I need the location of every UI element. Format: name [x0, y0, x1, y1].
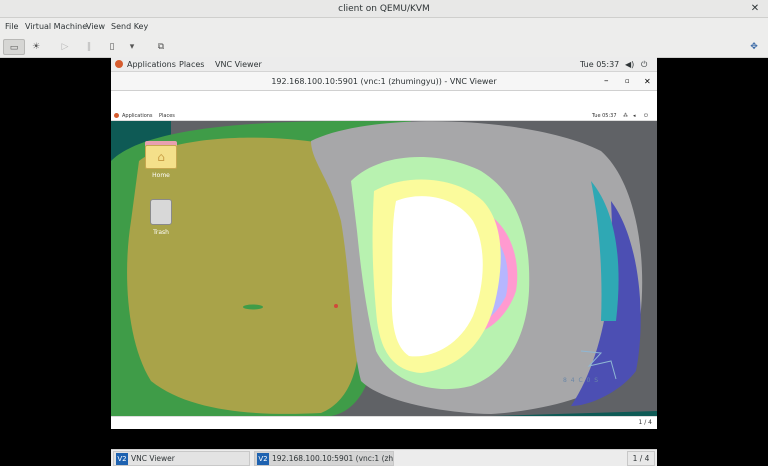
- guest-places-menu[interactable]: Places: [179, 57, 204, 72]
- resize-icon[interactable]: ✥: [745, 39, 763, 55]
- host-titlebar: client on QEMU/KVM ✕: [0, 0, 768, 18]
- close-icon[interactable]: ✕: [644, 72, 651, 91]
- guest-display: Applications Places VNC Viewer Tue 05:37…: [111, 57, 657, 429]
- taskbar: V2 VNC Viewer V2 192.168.100.10:5901 (vnc:…: [111, 449, 657, 466]
- desktop-icon-trash[interactable]: Trash: [145, 199, 177, 241]
- desktop-icon-label: Trash: [153, 229, 169, 236]
- toolbar: ▭ ☀ ▷ ‖ ▯ ▾ ⧉ ✥: [0, 36, 768, 58]
- vnc-app-icon: V2: [116, 453, 128, 465]
- vnc-footer: 1 / 4: [111, 416, 657, 429]
- remote-clock: Tue 05:37: [592, 113, 617, 119]
- workspace-indicator[interactable]: 1 / 4: [627, 451, 655, 466]
- guest-clock: Tue 05:37: [580, 60, 620, 69]
- power-icon[interactable]: ⏻: [641, 57, 647, 72]
- remote-places-menu[interactable]: Places: [159, 111, 175, 121]
- volume-icon[interactable]: ◀): [625, 57, 634, 72]
- gnome-foot-icon: [115, 60, 123, 68]
- network-icon[interactable]: ⁂: [623, 111, 628, 121]
- taskbar-item-label: 192.168.100.10:5901 (vnc:1 (zhum...: [272, 454, 394, 463]
- desktop-icon-home[interactable]: ⌂ Home: [141, 141, 181, 183]
- vnc-app-icon: V2: [257, 453, 269, 465]
- guest-app-name[interactable]: VNC Viewer: [215, 57, 262, 72]
- menubar: File Virtual Machine View Send Key: [0, 18, 768, 36]
- volume-icon[interactable]: ◂: [633, 111, 636, 121]
- maximize-icon[interactable]: ▫: [625, 72, 630, 91]
- power-icon[interactable]: ▯: [105, 39, 119, 55]
- play-icon[interactable]: ▷: [58, 39, 72, 55]
- close-icon[interactable]: ✕: [748, 2, 762, 16]
- home-folder-icon: ⌂: [145, 145, 177, 169]
- wallpaper-watermark: 8 4 C 0 S: [563, 377, 600, 384]
- trash-icon: [150, 199, 172, 225]
- pause-icon[interactable]: ‖: [82, 39, 96, 55]
- vnc-page-indicator: 1 / 4: [638, 419, 652, 426]
- menu-virtual-machine[interactable]: Virtual Machine: [25, 18, 87, 36]
- guest-applications-menu[interactable]: Applications: [127, 57, 176, 72]
- guest-topbar: Applications Places VNC Viewer Tue 05:37…: [111, 57, 657, 72]
- remote-desktop[interactable]: ⌂ Home Trash 8 4 C 0 S: [111, 121, 657, 416]
- minimize-icon[interactable]: –: [604, 72, 609, 91]
- vnc-titlebar: 192.168.100.10:5901 (vnc:1 (zhumingyu)) …: [111, 72, 657, 91]
- remote-applications-menu[interactable]: Applications: [122, 111, 153, 121]
- menu-send-key[interactable]: Send Key: [111, 18, 148, 36]
- desktop-icon-label: Home: [152, 172, 170, 179]
- remote-topbar: Applications Places Tue 05:37 ⁂ ◂ ⏻: [111, 111, 657, 121]
- remote-wallpaper: [111, 121, 657, 416]
- taskbar-item-vnc-viewer[interactable]: V2 VNC Viewer: [113, 451, 250, 466]
- menu-file[interactable]: File: [5, 18, 18, 36]
- power-icon[interactable]: ⏻: [644, 111, 648, 121]
- snapshot-icon[interactable]: ⧉: [153, 39, 169, 55]
- menu-view[interactable]: View: [86, 18, 105, 36]
- taskbar-item-vnc-session[interactable]: V2192.168.100.10:5901 (vnc:1 (zhum...: [254, 451, 394, 466]
- window-title: client on QEMU/KVM: [338, 4, 430, 14]
- monitor-icon[interactable]: ▭: [3, 39, 25, 55]
- lightbulb-icon[interactable]: ☀: [28, 39, 44, 55]
- taskbar-item-label: VNC Viewer: [131, 454, 175, 463]
- dropdown-icon[interactable]: ▾: [125, 39, 139, 55]
- vnc-window-title: 192.168.100.10:5901 (vnc:1 (zhumingyu)) …: [271, 77, 497, 86]
- gnome-foot-icon: [114, 113, 119, 118]
